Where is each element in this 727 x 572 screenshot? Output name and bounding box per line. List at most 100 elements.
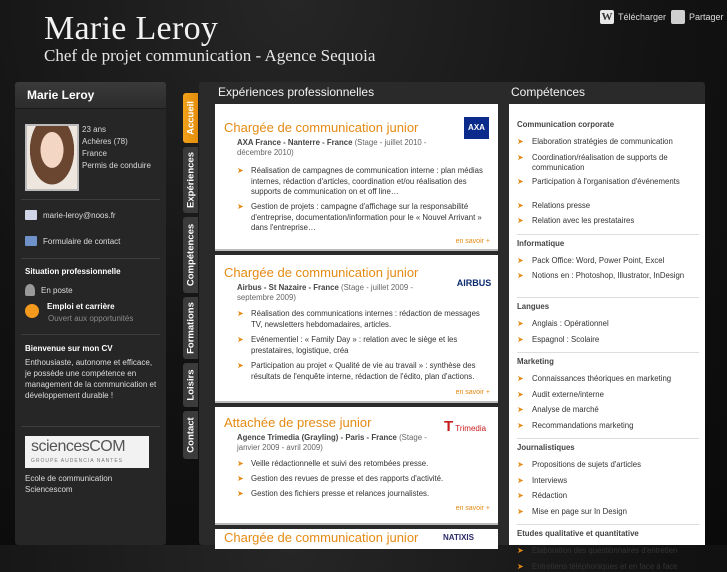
competence-item: Espagnol : Scolaire	[517, 335, 699, 346]
word-document-icon: W	[600, 10, 614, 24]
school-logo-main: sciencesCOM	[31, 438, 125, 456]
competences-list: Communication corporate Elaboration strat…	[509, 104, 705, 545]
competence-item: Connaissances théoriques en marketing	[517, 374, 699, 385]
experience-card: Chargée de communication junior NATIXIS	[215, 529, 498, 549]
job-title: Chargée de communication junior	[224, 530, 418, 545]
school-line1: Ecole de communication	[25, 473, 112, 484]
city-text: Achères (78)	[82, 136, 151, 148]
status-text: En poste	[41, 286, 73, 295]
more-link[interactable]: en savoir +	[456, 238, 490, 245]
share-folder-icon	[671, 10, 685, 24]
competence-item: Relation avec les prestataires	[517, 216, 699, 227]
job-bullet: Gestion des revues de presse et des rapp…	[237, 474, 492, 485]
tab-label: Accueil	[185, 101, 196, 135]
competence-item: Analyse de marché	[517, 405, 699, 416]
email-text: marie-leroy@noos.fr	[43, 211, 116, 220]
download-label: Télécharger	[618, 12, 666, 22]
cv-subtitle: Chef de projet communication - Agence Se…	[44, 46, 375, 66]
tab-accueil[interactable]: Accueil	[183, 93, 198, 143]
job-bullet: Evénementiel : « Family Day » : relation…	[237, 335, 492, 356]
competence-divider	[517, 352, 699, 353]
person-icon	[25, 284, 35, 296]
competence-divider	[517, 524, 699, 525]
jobs-subtitle: Ouvert aux opportunités	[48, 313, 133, 324]
experience-card: Chargée de communication junior AIRBUS A…	[215, 255, 498, 403]
competence-group-title: Langues	[517, 302, 549, 311]
competence-item: Audit externe/interne	[517, 390, 699, 401]
competence-item: Entretiens téléphoniques et en face à fa…	[517, 562, 699, 572]
job-bullet: Réalisation de campagnes de communicatio…	[237, 166, 492, 198]
tab-loisirs[interactable]: Loisirs	[183, 363, 198, 407]
share-button[interactable]: Partager	[671, 8, 724, 26]
divider	[21, 199, 160, 200]
competence-item: Interviews	[517, 476, 699, 487]
more-link[interactable]: en savoir +	[456, 389, 490, 396]
download-button[interactable]: W Télécharger	[600, 8, 666, 26]
divider	[21, 258, 160, 259]
competence-item: Elaboration stratégies de communication	[517, 137, 699, 148]
competence-group-title: Journalistiques	[517, 443, 575, 452]
job-title: Attachée de presse junior	[224, 415, 371, 430]
company-name: AXA France - Nanterre - France	[237, 138, 352, 147]
contact-form-link[interactable]: Formulaire de contact	[25, 234, 120, 248]
competence-item: Mise en page sur In Design	[517, 507, 699, 518]
jobs-icon	[25, 304, 39, 318]
personal-info: 23 ans Achères (78) France Permis de con…	[82, 124, 151, 172]
profile-sidebar: Marie Leroy 23 ans Achères (78) France P…	[15, 82, 166, 545]
job-title: Chargée de communication junior	[224, 120, 418, 135]
tab-contact[interactable]: Contact	[183, 411, 198, 459]
cv-name-title: Marie Leroy	[44, 10, 218, 48]
company-logo-airbus: AIRBUS	[455, 264, 493, 294]
contact-form-text: Formulaire de contact	[43, 237, 120, 246]
school-logo-sub: GROUPE AUDENCIA NANTES	[31, 458, 123, 464]
divider	[21, 426, 160, 427]
competence-item: Recommandations marketing	[517, 421, 699, 432]
job-bullet: Gestion des fichiers presse et relances …	[237, 489, 492, 500]
competence-item: Notions en : Photoshop, Illustrator, InD…	[517, 271, 699, 282]
school-line2: Sciencescom	[25, 484, 73, 495]
school-logo: sciencesCOM GROUPE AUDENCIA NANTES	[25, 436, 149, 468]
tab-label: Formations	[185, 302, 196, 354]
job-bullet: Gestion de projets : campagne d'affichag…	[237, 202, 492, 234]
tab-experiences[interactable]: Expériences	[183, 147, 198, 213]
competence-group-title: Informatique	[517, 239, 564, 248]
tab-label: Loisirs	[185, 369, 196, 400]
competence-item: Coordination/réalisation de supports de …	[517, 153, 699, 174]
competence-divider	[517, 297, 699, 298]
tab-label: Compétences	[185, 224, 196, 286]
competence-item: Rédaction	[517, 491, 699, 502]
email-icon	[25, 210, 37, 220]
competence-divider	[517, 438, 699, 439]
company-logo-axa: AXA	[464, 117, 489, 139]
competence-group-title: Marketing	[517, 357, 554, 366]
company-name: Airbus - St Nazaire - France	[237, 283, 339, 292]
profile-title: Marie Leroy	[27, 88, 94, 102]
job-bullet: Veille rédactionnelle et suivi des retom…	[237, 459, 492, 470]
competence-group-title: Communication corporate	[517, 120, 614, 129]
competence-item: Elaboration des questionnaires d'entreti…	[517, 546, 699, 557]
divider	[21, 334, 160, 335]
country-text: France	[82, 148, 151, 160]
email-link[interactable]: marie-leroy@noos.fr	[25, 208, 116, 222]
tab-competences[interactable]: Compétences	[183, 217, 198, 293]
age-text: 23 ans	[82, 124, 151, 136]
competence-item: Pack Office: Word, Power Point, Excel	[517, 256, 699, 267]
company-info: AXA France - Nanterre - France (Stage - …	[237, 138, 447, 158]
competence-item: Relations presse	[517, 201, 699, 212]
tab-formations[interactable]: Formations	[183, 297, 198, 359]
competences-heading: Compétences	[511, 85, 585, 99]
tab-label: Expériences	[185, 152, 196, 208]
company-name: Agence Trimedia (Grayling) - Paris - Fra…	[237, 433, 397, 442]
about-title: Bienvenue sur mon CV	[25, 344, 113, 353]
job-bullet: Participation au projet « Qualité de vie…	[237, 361, 492, 382]
company-info: Agence Trimedia (Grayling) - Paris - Fra…	[237, 433, 447, 453]
competence-group-title: Etudes qualitative et quantitative	[517, 529, 639, 538]
experiences-list: Chargée de communication junior AXA AXA …	[215, 104, 498, 545]
avatar-photo	[25, 124, 79, 191]
license-text: Permis de conduire	[82, 160, 151, 172]
competence-divider	[517, 234, 699, 235]
job-bullet: Réalisation des communications internes …	[237, 309, 492, 330]
more-link[interactable]: en savoir +	[456, 505, 490, 512]
experience-card: Attachée de presse junior T Trimedia Age…	[215, 407, 498, 525]
experiences-heading: Expériences professionnelles	[218, 85, 374, 99]
